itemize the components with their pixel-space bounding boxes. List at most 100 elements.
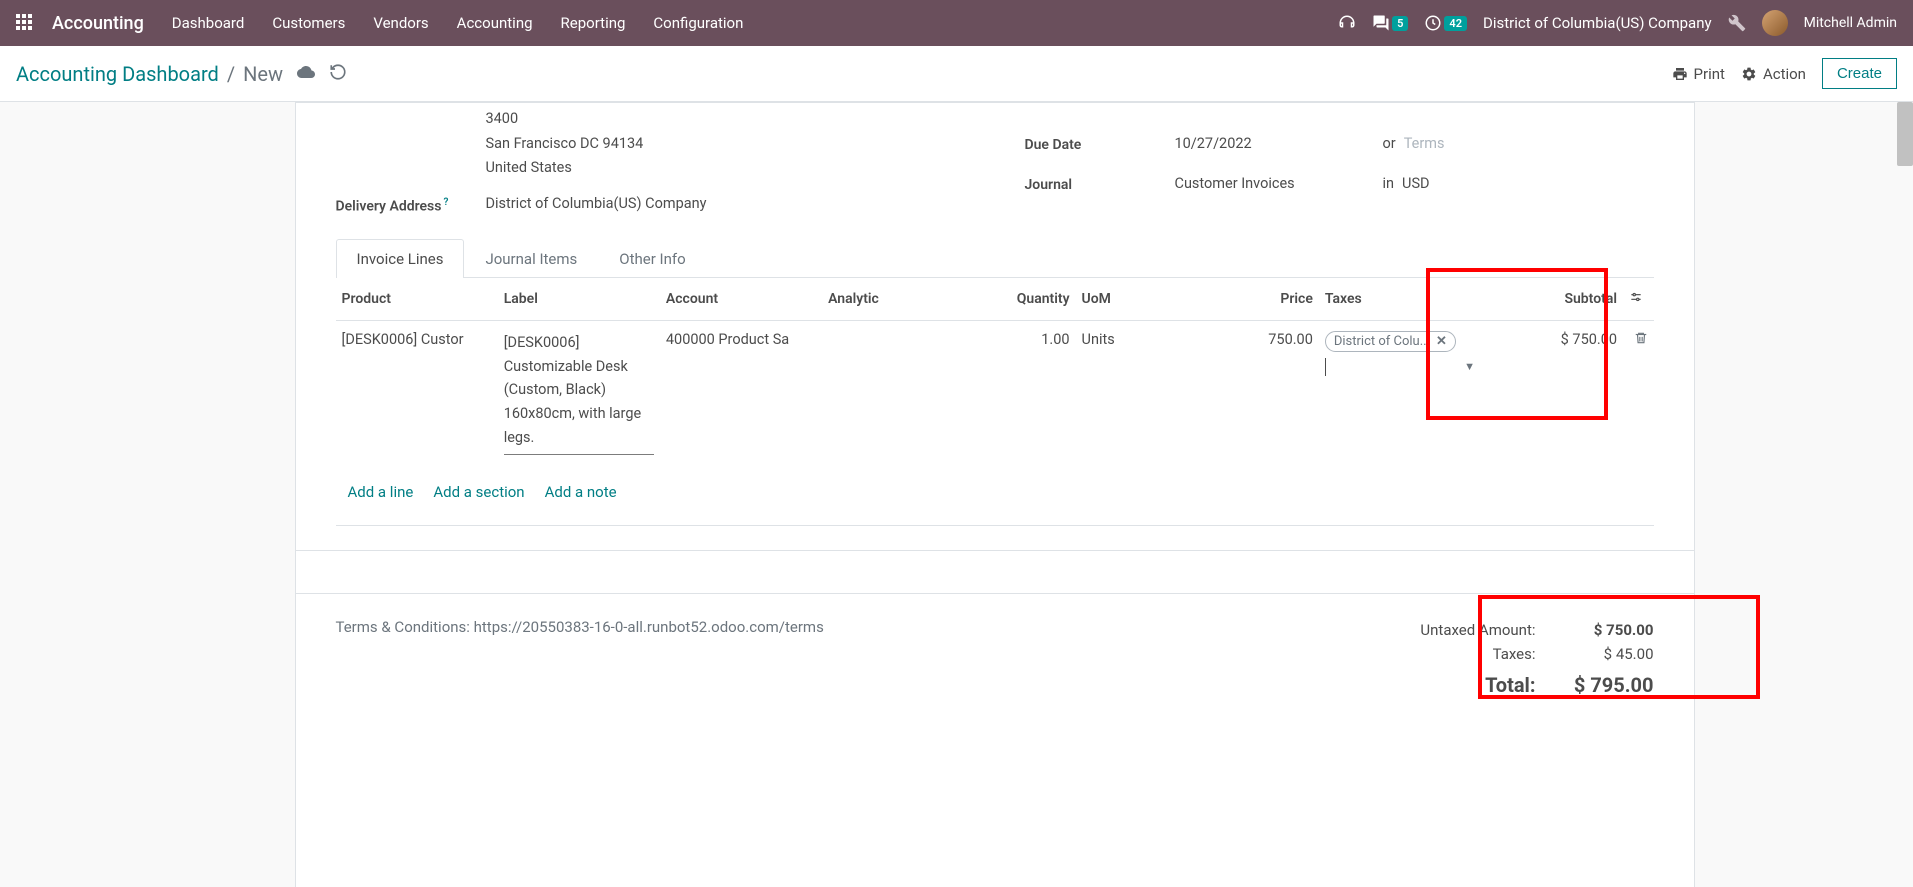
main-menu: Dashboard Customers Vendors Accounting R… xyxy=(172,14,744,32)
messages-badge: 5 xyxy=(1392,16,1408,31)
avatar[interactable] xyxy=(1762,10,1788,36)
menu-reporting[interactable]: Reporting xyxy=(561,14,626,32)
tag-remove-icon[interactable]: ✕ xyxy=(1436,334,1447,349)
print-button[interactable]: Print xyxy=(1672,65,1725,83)
journal-value[interactable]: Customer Invoices xyxy=(1175,175,1375,192)
action-label: Action xyxy=(1763,65,1806,83)
addr-line2: San Francisco DC 94134 xyxy=(486,132,965,157)
add-section-link[interactable]: Add a section xyxy=(433,483,524,501)
th-taxes[interactable]: Taxes xyxy=(1319,278,1481,321)
breadcrumb-sep: / xyxy=(227,62,235,86)
tax-tag[interactable]: District of Colu... ✕ xyxy=(1325,331,1456,352)
action-button[interactable]: Action xyxy=(1741,65,1806,83)
untaxed-value: $ 750.00 xyxy=(1564,621,1654,639)
terms-field[interactable]: Terms xyxy=(1404,135,1445,152)
journal-label: Journal xyxy=(1025,175,1175,193)
table-row[interactable]: [DESK0006] Custor [DESK0006] Customizabl… xyxy=(336,320,1654,465)
untaxed-label: Untaxed Amount: xyxy=(1420,621,1535,639)
username[interactable]: Mitchell Admin xyxy=(1804,15,1897,31)
cell-account[interactable]: 400000 Product Sa xyxy=(660,320,822,465)
discard-icon[interactable] xyxy=(329,63,347,85)
tab-other-info[interactable]: Other Info xyxy=(598,239,706,278)
left-col: 3400 San Francisco DC 94134 United State… xyxy=(336,103,965,219)
cell-analytic[interactable] xyxy=(822,320,974,465)
tax-input-cursor[interactable] xyxy=(1325,358,1326,376)
delivery-label: Delivery Address xyxy=(336,199,442,215)
th-uom[interactable]: UoM xyxy=(1076,278,1177,321)
cell-price[interactable]: 750.00 xyxy=(1177,320,1319,465)
add-note-link[interactable]: Add a note xyxy=(545,483,617,501)
menu-dashboard[interactable]: Dashboard xyxy=(172,14,245,32)
breadcrumb: Accounting Dashboard / New xyxy=(16,62,283,86)
cell-delete[interactable] xyxy=(1623,320,1654,465)
messages-icon[interactable]: 5 xyxy=(1372,14,1408,32)
currency-value[interactable]: USD xyxy=(1402,175,1430,192)
right-col: Due Date 10/27/2022 or Terms Journal Cus… xyxy=(1025,103,1654,219)
scrollbar-thumb[interactable] xyxy=(1897,102,1913,166)
invoice-lines-grid: Product Label Account Analytic Quantity … xyxy=(336,278,1654,527)
form-sheet: 3400 San Francisco DC 94134 United State… xyxy=(295,102,1695,887)
topbar-right: 5 42 District of Columbia(US) Company Mi… xyxy=(1338,10,1897,36)
debug-icon[interactable] xyxy=(1728,14,1746,32)
cell-uom[interactable]: Units xyxy=(1076,320,1177,465)
menu-configuration[interactable]: Configuration xyxy=(653,14,743,32)
print-label: Print xyxy=(1694,65,1725,83)
addr-line3: United States xyxy=(486,156,965,181)
chevron-down-icon[interactable]: ▼ xyxy=(1464,360,1475,373)
menu-vendors[interactable]: Vendors xyxy=(373,14,428,32)
th-analytic[interactable]: Analytic xyxy=(822,278,974,321)
save-cloud-icon[interactable] xyxy=(297,63,315,85)
help-icon[interactable]: ? xyxy=(443,197,448,208)
menu-customers[interactable]: Customers xyxy=(272,14,345,32)
total-label: Total: xyxy=(1485,673,1535,697)
topbar: Accounting Dashboard Customers Vendors A… xyxy=(0,0,1913,46)
tab-invoice-lines[interactable]: Invoice Lines xyxy=(336,239,465,278)
th-account[interactable]: Account xyxy=(660,278,822,321)
terms-text[interactable]: Terms & Conditions: https://20550383-16-… xyxy=(336,618,824,700)
th-subtotal[interactable]: Subtotal xyxy=(1481,278,1623,321)
page-scroll[interactable]: 3400 San Francisco DC 94134 United State… xyxy=(0,102,1913,887)
voip-icon[interactable] xyxy=(1338,14,1356,32)
menu-accounting[interactable]: Accounting xyxy=(457,14,533,32)
spacer-bar xyxy=(296,550,1694,594)
cell-label[interactable]: [DESK0006] Customizable Desk (Custom, Bl… xyxy=(498,320,660,465)
add-row: Add a line Add a section Add a note xyxy=(336,465,1654,526)
th-settings[interactable] xyxy=(1623,278,1654,321)
cp-right: Print Action Create xyxy=(1672,58,1897,89)
cell-product[interactable]: [DESK0006] Custor xyxy=(336,320,498,465)
tabs: Invoice Lines Journal Items Other Info xyxy=(336,239,1654,278)
tab-journal-items[interactable]: Journal Items xyxy=(464,239,598,278)
cell-subtotal: $ 750.00 xyxy=(1481,320,1623,465)
create-button[interactable]: Create xyxy=(1822,58,1897,89)
taxes-value: $ 45.00 xyxy=(1564,645,1654,663)
delivery-value[interactable]: District of Columbia(US) Company xyxy=(486,195,965,212)
activity-badge: 42 xyxy=(1444,16,1467,31)
addr-line1: 3400 xyxy=(486,107,965,132)
activity-icon[interactable]: 42 xyxy=(1424,14,1467,32)
cell-quantity[interactable]: 1.00 xyxy=(974,320,1075,465)
control-panel: Accounting Dashboard / New Print Action … xyxy=(0,46,1913,102)
th-quantity[interactable]: Quantity xyxy=(974,278,1075,321)
in-text: in xyxy=(1383,175,1395,192)
th-label[interactable]: Label xyxy=(498,278,660,321)
breadcrumb-current: New xyxy=(243,62,283,86)
due-date-value[interactable]: 10/27/2022 xyxy=(1175,135,1375,152)
partner-address: 3400 San Francisco DC 94134 United State… xyxy=(486,107,965,181)
tax-tag-label: District of Colu... xyxy=(1334,334,1430,349)
totals: Untaxed Amount: $ 750.00 Taxes: $ 45.00 … xyxy=(1420,618,1653,700)
apps-icon[interactable] xyxy=(16,14,34,32)
th-price[interactable]: Price xyxy=(1177,278,1319,321)
or-text: or xyxy=(1383,135,1396,152)
breadcrumb-root[interactable]: Accounting Dashboard xyxy=(16,62,219,86)
add-line-link[interactable]: Add a line xyxy=(348,483,414,501)
taxes-label: Taxes: xyxy=(1493,645,1536,663)
cell-taxes[interactable]: District of Colu... ✕ ▼ xyxy=(1319,320,1481,465)
trash-icon[interactable] xyxy=(1634,332,1648,349)
total-value: $ 795.00 xyxy=(1564,673,1654,697)
footer: Terms & Conditions: https://20550383-16-… xyxy=(296,594,1694,740)
company-switcher[interactable]: District of Columbia(US) Company xyxy=(1483,14,1712,32)
fields-area: 3400 San Francisco DC 94134 United State… xyxy=(296,103,1694,229)
app-brand[interactable]: Accounting xyxy=(52,13,144,34)
due-date-label: Due Date xyxy=(1025,135,1175,153)
th-product[interactable]: Product xyxy=(336,278,498,321)
